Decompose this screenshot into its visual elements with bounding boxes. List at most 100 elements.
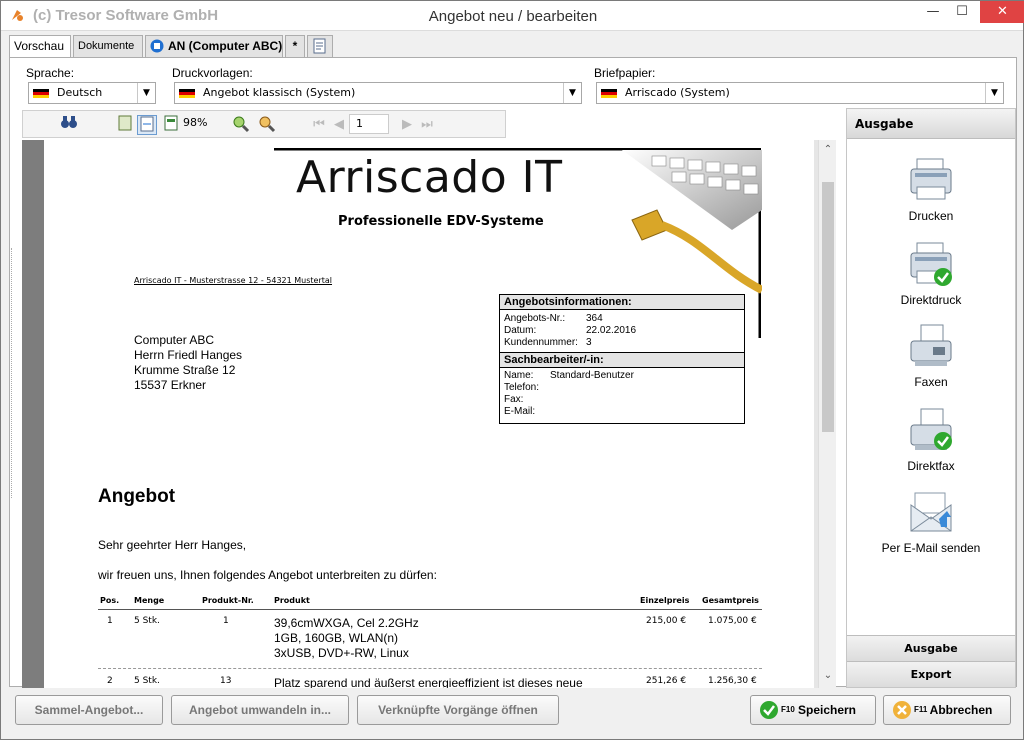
page-number-input[interactable]: 1 — [349, 114, 389, 134]
sprache-dropdown[interactable]: Deutsch ▼ — [28, 82, 156, 104]
cancel-icon — [893, 701, 911, 719]
email-label: Per E-Mail senden — [881, 541, 981, 555]
sender-line: Arriscado IT - Musterstrasse 12 - 54321 … — [134, 276, 333, 285]
scroll-thumb[interactable] — [822, 182, 834, 432]
angebot-umwandeln-button[interactable]: Angebot umwandeln in... — [171, 695, 349, 725]
contact-row: Fax: — [504, 394, 524, 405]
recipient-address: Computer ABC Herrn Friedl Hanges Krumme … — [134, 333, 242, 393]
cancel-button[interactable]: F11 Abbrechen — [883, 695, 1011, 725]
binoculars-icon[interactable] — [59, 115, 79, 135]
prev-page-icon[interactable]: ◀ — [329, 115, 349, 135]
scroll-up-icon[interactable]: ⌃ — [819, 144, 836, 155]
tab-dokumente[interactable]: Dokumente — [73, 35, 143, 57]
tab-angebot[interactable]: AN (Computer ABC) — [145, 35, 283, 57]
col-produkt-nr: Produkt-Nr. — [202, 596, 254, 605]
briefpapier-label: Briefpapier: — [594, 66, 656, 80]
sprache-value: Deutsch — [57, 86, 103, 99]
two-pages-icon[interactable] — [161, 115, 181, 135]
zoom-in-icon[interactable] — [231, 115, 251, 135]
salutation: Sehr geehrter Herr Hanges, — [98, 538, 247, 552]
save-shortcut: F10 — [781, 705, 795, 714]
address-line: Computer ABC — [134, 333, 215, 347]
col-menge: Menge — [134, 596, 165, 605]
info-title: Angebotsinformationen: — [500, 295, 744, 310]
tab-new[interactable]: * — [285, 35, 305, 57]
export-section-button[interactable]: Export — [847, 661, 1015, 687]
output-panel: Ausgabe Drucken Direktdruck Faxen Direkt… — [846, 108, 1016, 688]
print-button[interactable]: Drucken — [847, 157, 1015, 223]
output-panel-header: Ausgabe — [847, 109, 1015, 139]
info-row: Datum: 22.02.2016 — [504, 325, 637, 336]
contact-row: Telefon: — [504, 382, 540, 393]
save-button[interactable]: F10 Speichern — [750, 695, 876, 725]
cancel-label: Abbrechen — [929, 703, 993, 717]
printer-icon — [910, 158, 952, 200]
close-button[interactable]: ✕ — [980, 1, 1024, 23]
preview-scrollbar[interactable]: ⌃ ⌄ — [818, 140, 836, 688]
preview-toolbar: 98% ⏮ ◀ 1 ▶ ⏭ — [22, 110, 506, 138]
chevron-down-icon: ▼ — [563, 83, 581, 103]
main-window: (c) Tresor Software GmbH Angebot neu / b… — [0, 0, 1024, 740]
first-page-icon[interactable]: ⏮ — [309, 115, 329, 135]
company-name: (c) Tresor Software GmbH — [33, 7, 219, 24]
ausgabe-section-button[interactable]: Ausgabe — [847, 635, 1015, 661]
briefpapier-dropdown[interactable]: Arriscado (System) ▼ — [596, 82, 1004, 104]
document-circle-icon — [150, 39, 164, 53]
tab-angebot-label: AN (Computer ABC) — [168, 39, 283, 53]
direct-fax-button[interactable]: Direktfax — [847, 407, 1015, 473]
col-produkt: Produkt — [274, 596, 310, 605]
verknuepfte-vorgaenge-button[interactable]: Verknüpfte Vorgänge öffnen — [357, 695, 559, 725]
keyboard-cable-icon — [622, 150, 762, 294]
left-splitter[interactable] — [11, 248, 17, 498]
chevron-down-icon: ▼ — [985, 83, 1003, 103]
document-page: Arriscado IT Professionelle EDV-Systeme … — [44, 140, 814, 688]
german-flag-icon — [33, 89, 49, 98]
company-tagline: Professionelle EDV-Systeme — [338, 214, 544, 229]
address-line: Krumme Straße 12 — [134, 363, 236, 377]
contact-title: Sachbearbeiter/-in: — [500, 352, 744, 368]
title-bar: (c) Tresor Software GmbH Angebot neu / b… — [1, 1, 1024, 31]
direct-print-button[interactable]: Direktdruck — [847, 241, 1015, 307]
fax-check-icon — [910, 408, 952, 450]
cancel-shortcut: F11 — [914, 705, 928, 714]
check-icon — [760, 701, 778, 719]
zoom-out-icon[interactable] — [257, 115, 277, 135]
offer-info-box: Angebotsinformationen: Angebots-Nr.: 364 … — [499, 294, 745, 424]
address-line: Herrn Friedl Hanges — [134, 348, 243, 362]
tab-vorschau[interactable]: Vorschau — [9, 35, 71, 59]
col-pos: Pos. — [100, 596, 120, 605]
row-divider — [98, 668, 762, 669]
document-preview[interactable]: Arriscado IT Professionelle EDV-Systeme … — [22, 140, 836, 688]
druckvorlagen-value: Angebot klassisch (System) — [203, 86, 356, 99]
contact-row: Name: Standard-Benutzer — [504, 370, 634, 381]
next-page-icon[interactable]: ▶ — [397, 115, 417, 135]
page-width-icon[interactable] — [137, 115, 157, 135]
direct-print-label: Direktdruck — [900, 293, 962, 307]
scroll-down-icon[interactable]: ⌄ — [819, 670, 836, 681]
fax-button[interactable]: Faxen — [847, 323, 1015, 389]
address-line: 15537 Erkner — [134, 378, 207, 392]
german-flag-icon — [601, 89, 617, 98]
content-area: Sprache: Deutsch ▼ Druckvorlagen: Angebo… — [9, 57, 1017, 688]
tab-notes[interactable] — [307, 35, 333, 57]
single-page-icon[interactable] — [115, 115, 135, 135]
sammel-angebot-button[interactable]: Sammel-Angebot... — [15, 695, 163, 725]
zoom-level[interactable]: 98% — [183, 116, 207, 129]
email-button[interactable]: Per E-Mail senden — [847, 489, 1015, 555]
document-heading: Angebot — [98, 486, 176, 507]
col-einzelpreis: Einzelpreis — [640, 596, 690, 605]
sprache-label: Sprache: — [26, 66, 75, 80]
app-logo-icon — [12, 10, 23, 21]
chevron-down-icon: ▼ — [137, 83, 155, 103]
briefpapier-value: Arriscado (System) — [625, 86, 730, 99]
company-logo-text: Arriscado IT — [296, 152, 563, 203]
druckvorlagen-dropdown[interactable]: Angebot klassisch (System) ▼ — [174, 82, 582, 104]
fax-label: Faxen — [914, 375, 948, 389]
info-row: Kundennummer: 3 — [504, 337, 592, 348]
info-row: Angebots-Nr.: 364 — [504, 313, 603, 324]
last-page-icon[interactable]: ⏭ — [417, 115, 437, 135]
save-label: Speichern — [797, 703, 857, 717]
maximize-button[interactable]: ☐ — [945, 1, 979, 23]
table-header: Pos. Menge Produkt-Nr. Produkt Einzelpre… — [98, 596, 762, 610]
notes-icon — [313, 38, 326, 54]
